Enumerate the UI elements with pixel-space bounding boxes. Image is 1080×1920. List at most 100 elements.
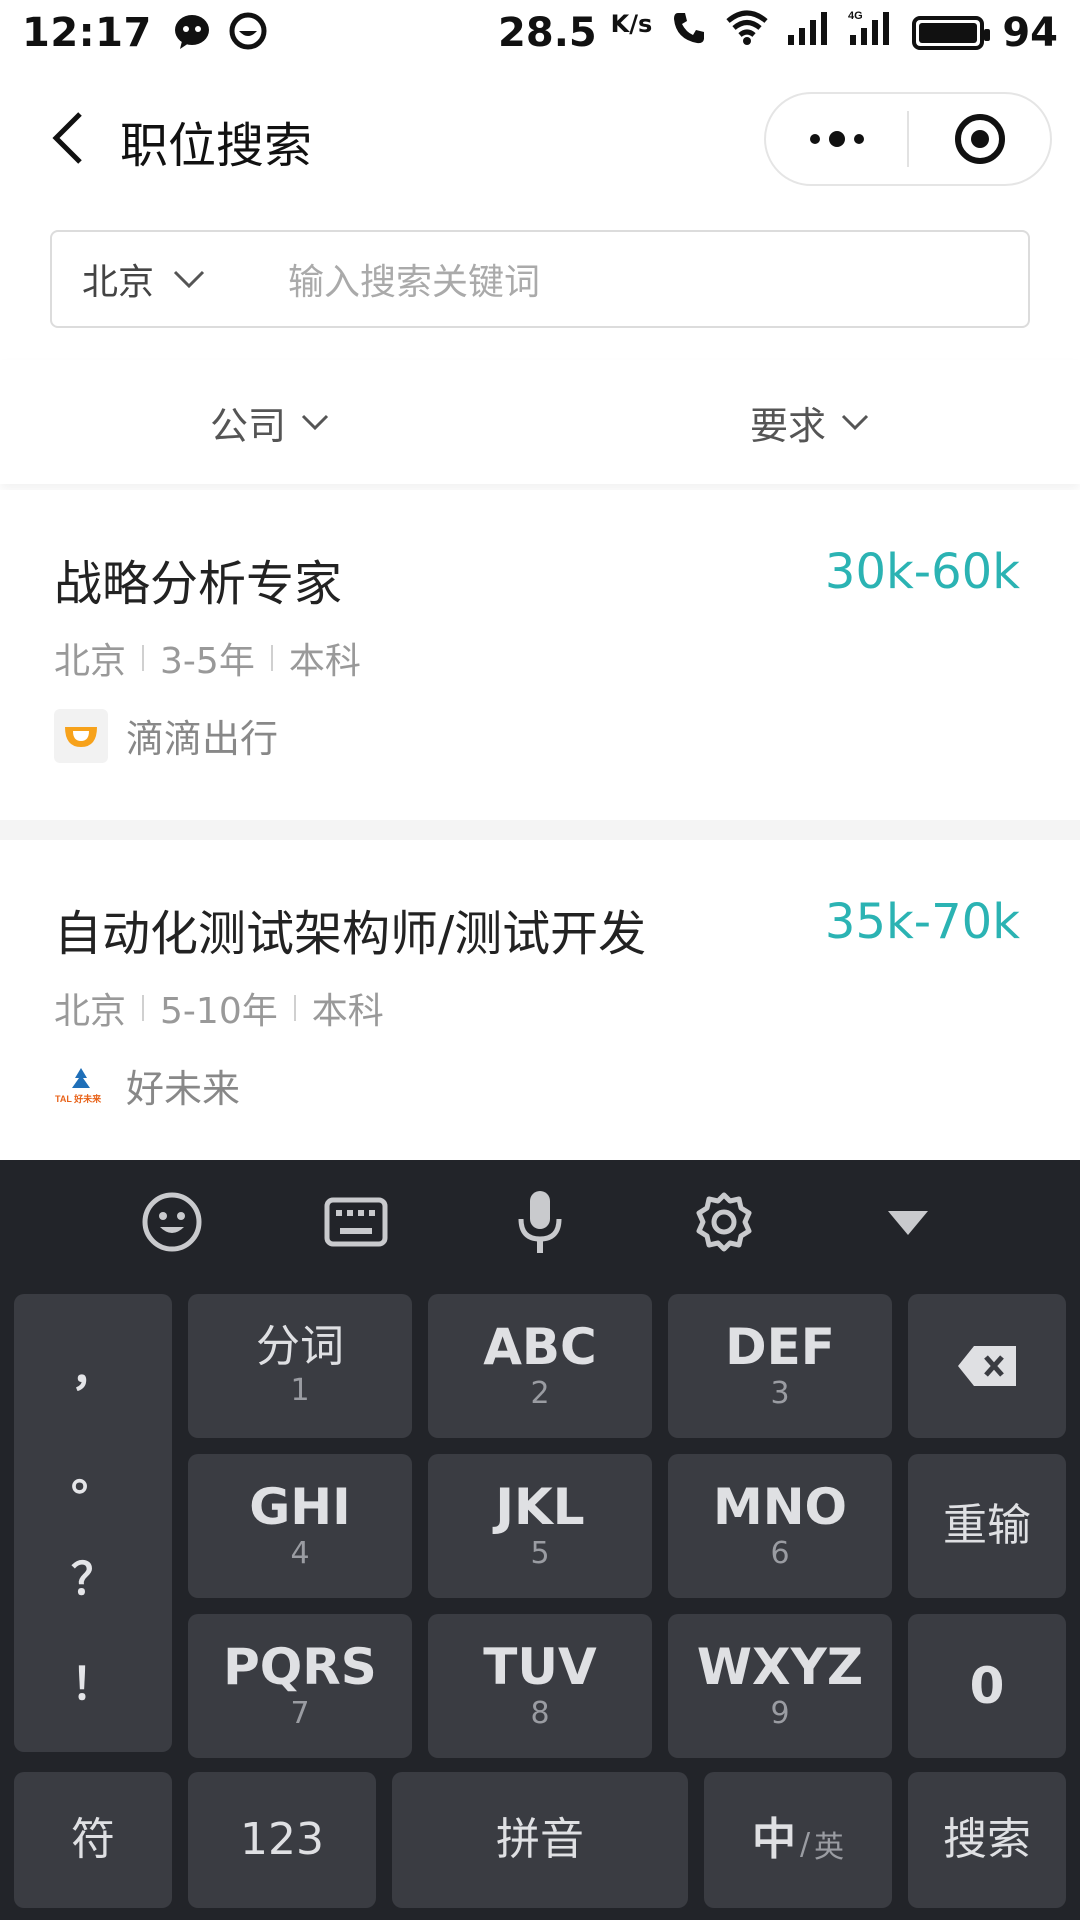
job-education: 本科	[288, 641, 361, 682]
key-0[interactable]: 0	[908, 1614, 1066, 1758]
language-switch-key[interactable]: 中 / 英	[704, 1772, 892, 1908]
job-card[interactable]: 战略分析专家 30k-60k 北京 3-5年 本科 滴滴出行	[0, 490, 1080, 840]
nav-bar: 职位搜索	[0, 76, 1080, 200]
key-sub-label: 1	[290, 1372, 310, 1408]
close-mini-program-button[interactable]	[909, 94, 1050, 184]
search-key[interactable]: 搜索	[908, 1772, 1066, 1908]
punct-exclaim-key[interactable]: ！	[71, 1648, 115, 1712]
emoji-button[interactable]	[137, 1187, 207, 1257]
meta-separator	[270, 645, 273, 671]
chat-notification-icon	[172, 11, 212, 55]
key-sub-label: 9	[770, 1695, 790, 1731]
card-divider	[0, 820, 1080, 840]
filter-company[interactable]: 公司	[0, 360, 540, 484]
pinyin-key[interactable]: 拼音	[392, 1772, 688, 1908]
pinyin-label: 拼音	[496, 1813, 584, 1865]
backspace-key[interactable]	[908, 1294, 1066, 1438]
search-input[interactable]: 输入搜索关键词	[288, 253, 540, 305]
job-title: 自动化测试架构师/测试开发	[54, 906, 647, 962]
keyboard-switch-button[interactable]	[321, 1187, 391, 1257]
status-time: 12:17	[22, 10, 152, 56]
numbers-key[interactable]: 123	[188, 1772, 376, 1908]
punct-period-key[interactable]: 。	[71, 1439, 115, 1503]
speed-value: 28.5	[498, 10, 597, 56]
chevron-down-icon	[841, 414, 869, 431]
key-sub-label: 2	[530, 1375, 550, 1411]
symbols-key[interactable]: 符	[14, 1772, 172, 1908]
voice-input-button[interactable]	[505, 1187, 575, 1257]
key-6[interactable]: MNO 6	[668, 1454, 892, 1598]
signal-icon	[786, 9, 830, 57]
job-meta: 北京 5-10年 本科	[54, 982, 384, 1034]
punct-comma-key[interactable]: ，	[71, 1334, 115, 1398]
meta-separator	[293, 995, 296, 1021]
search-bar: 北京 输入搜索关键词	[50, 230, 1030, 328]
settings-icon	[696, 1192, 752, 1252]
call-icon	[670, 9, 708, 57]
didi-logo-icon	[54, 708, 108, 763]
job-list: 战略分析专家 30k-60k 北京 3-5年 本科 滴滴出行 自动化测试架构师/…	[0, 490, 1080, 1170]
keyboard-toolbar	[0, 1160, 1080, 1284]
app-notification-icon	[228, 11, 268, 55]
filter-requirement[interactable]: 要求	[540, 360, 1080, 484]
meta-separator	[142, 995, 145, 1021]
punctuation-column: ， 。 ？ ！	[14, 1294, 172, 1752]
key-main-label: ABC	[483, 1318, 597, 1377]
job-salary: 30k-60k	[824, 544, 1020, 600]
key-main-label: PQRS	[223, 1638, 377, 1697]
lang-separator: /	[799, 1826, 811, 1862]
key-main-label: WXYZ	[696, 1638, 864, 1697]
job-salary: 35k-70k	[824, 894, 1020, 950]
lang-en-label: 英	[814, 1830, 845, 1865]
city-label: 北京	[82, 262, 155, 303]
key-9[interactable]: WXYZ 9	[668, 1614, 892, 1758]
notification-icons	[172, 11, 268, 55]
key-main-label: GHI	[249, 1478, 351, 1537]
wifi-icon	[726, 9, 768, 57]
lang-cn-label: 中	[751, 1813, 796, 1865]
job-education: 本科	[311, 991, 384, 1032]
chevron-down-icon	[301, 414, 329, 431]
key-5[interactable]: JKL 5	[428, 1454, 652, 1598]
target-close-icon	[954, 114, 1005, 164]
key-main-label: 分词	[256, 1321, 344, 1373]
key-2[interactable]: ABC 2	[428, 1294, 652, 1438]
more-button[interactable]	[766, 94, 907, 184]
key-3[interactable]: DEF 3	[668, 1294, 892, 1438]
keyboard-icon	[324, 1197, 388, 1247]
battery-level: 94	[1002, 10, 1058, 56]
microphone-icon	[518, 1191, 562, 1253]
key-1[interactable]: 分词 1	[188, 1294, 412, 1438]
filter-requirement-label: 要求	[749, 403, 826, 448]
key-4[interactable]: GHI 4	[188, 1454, 412, 1598]
reinput-key[interactable]: 重输	[908, 1454, 1066, 1598]
punct-question-key[interactable]: ？	[71, 1543, 115, 1607]
key-7[interactable]: PQRS 7	[188, 1614, 412, 1758]
mini-program-capsule	[764, 92, 1052, 186]
chevron-left-icon	[52, 112, 82, 164]
company-name: 滴滴出行	[126, 717, 279, 761]
speed-unit: K/s	[610, 10, 653, 38]
search-key-label: 搜索	[943, 1813, 1031, 1865]
hide-keyboard-button[interactable]	[873, 1187, 943, 1257]
reinput-label: 重输	[943, 1499, 1031, 1551]
job-title: 战略分析专家	[54, 556, 343, 612]
emoji-icon	[142, 1192, 202, 1252]
back-button[interactable]	[38, 106, 98, 170]
key-sub-label: 5	[530, 1535, 550, 1571]
job-card[interactable]: 自动化测试架构师/测试开发 35k-70k 北京 5-10年 本科 TAL 好未…	[0, 840, 1080, 1170]
meta-separator	[142, 645, 145, 671]
keyboard-settings-button[interactable]	[689, 1187, 759, 1257]
page-title: 职位搜索	[120, 118, 313, 174]
backspace-icon	[958, 1346, 1016, 1386]
city-selector[interactable]: 北京	[52, 253, 262, 305]
key-sub-label: 7	[290, 1695, 310, 1731]
key-8[interactable]: TUV 8	[428, 1614, 652, 1758]
key-sub-label: 4	[290, 1535, 310, 1571]
symbols-label: 符	[71, 1813, 115, 1865]
filter-bar: 公司 要求	[0, 360, 1080, 484]
key-sub-label: 8	[530, 1695, 550, 1731]
job-experience: 3-5年	[160, 641, 255, 682]
job-company: 滴滴出行	[54, 708, 278, 763]
job-company: TAL 好未来 好未来	[54, 1058, 240, 1113]
